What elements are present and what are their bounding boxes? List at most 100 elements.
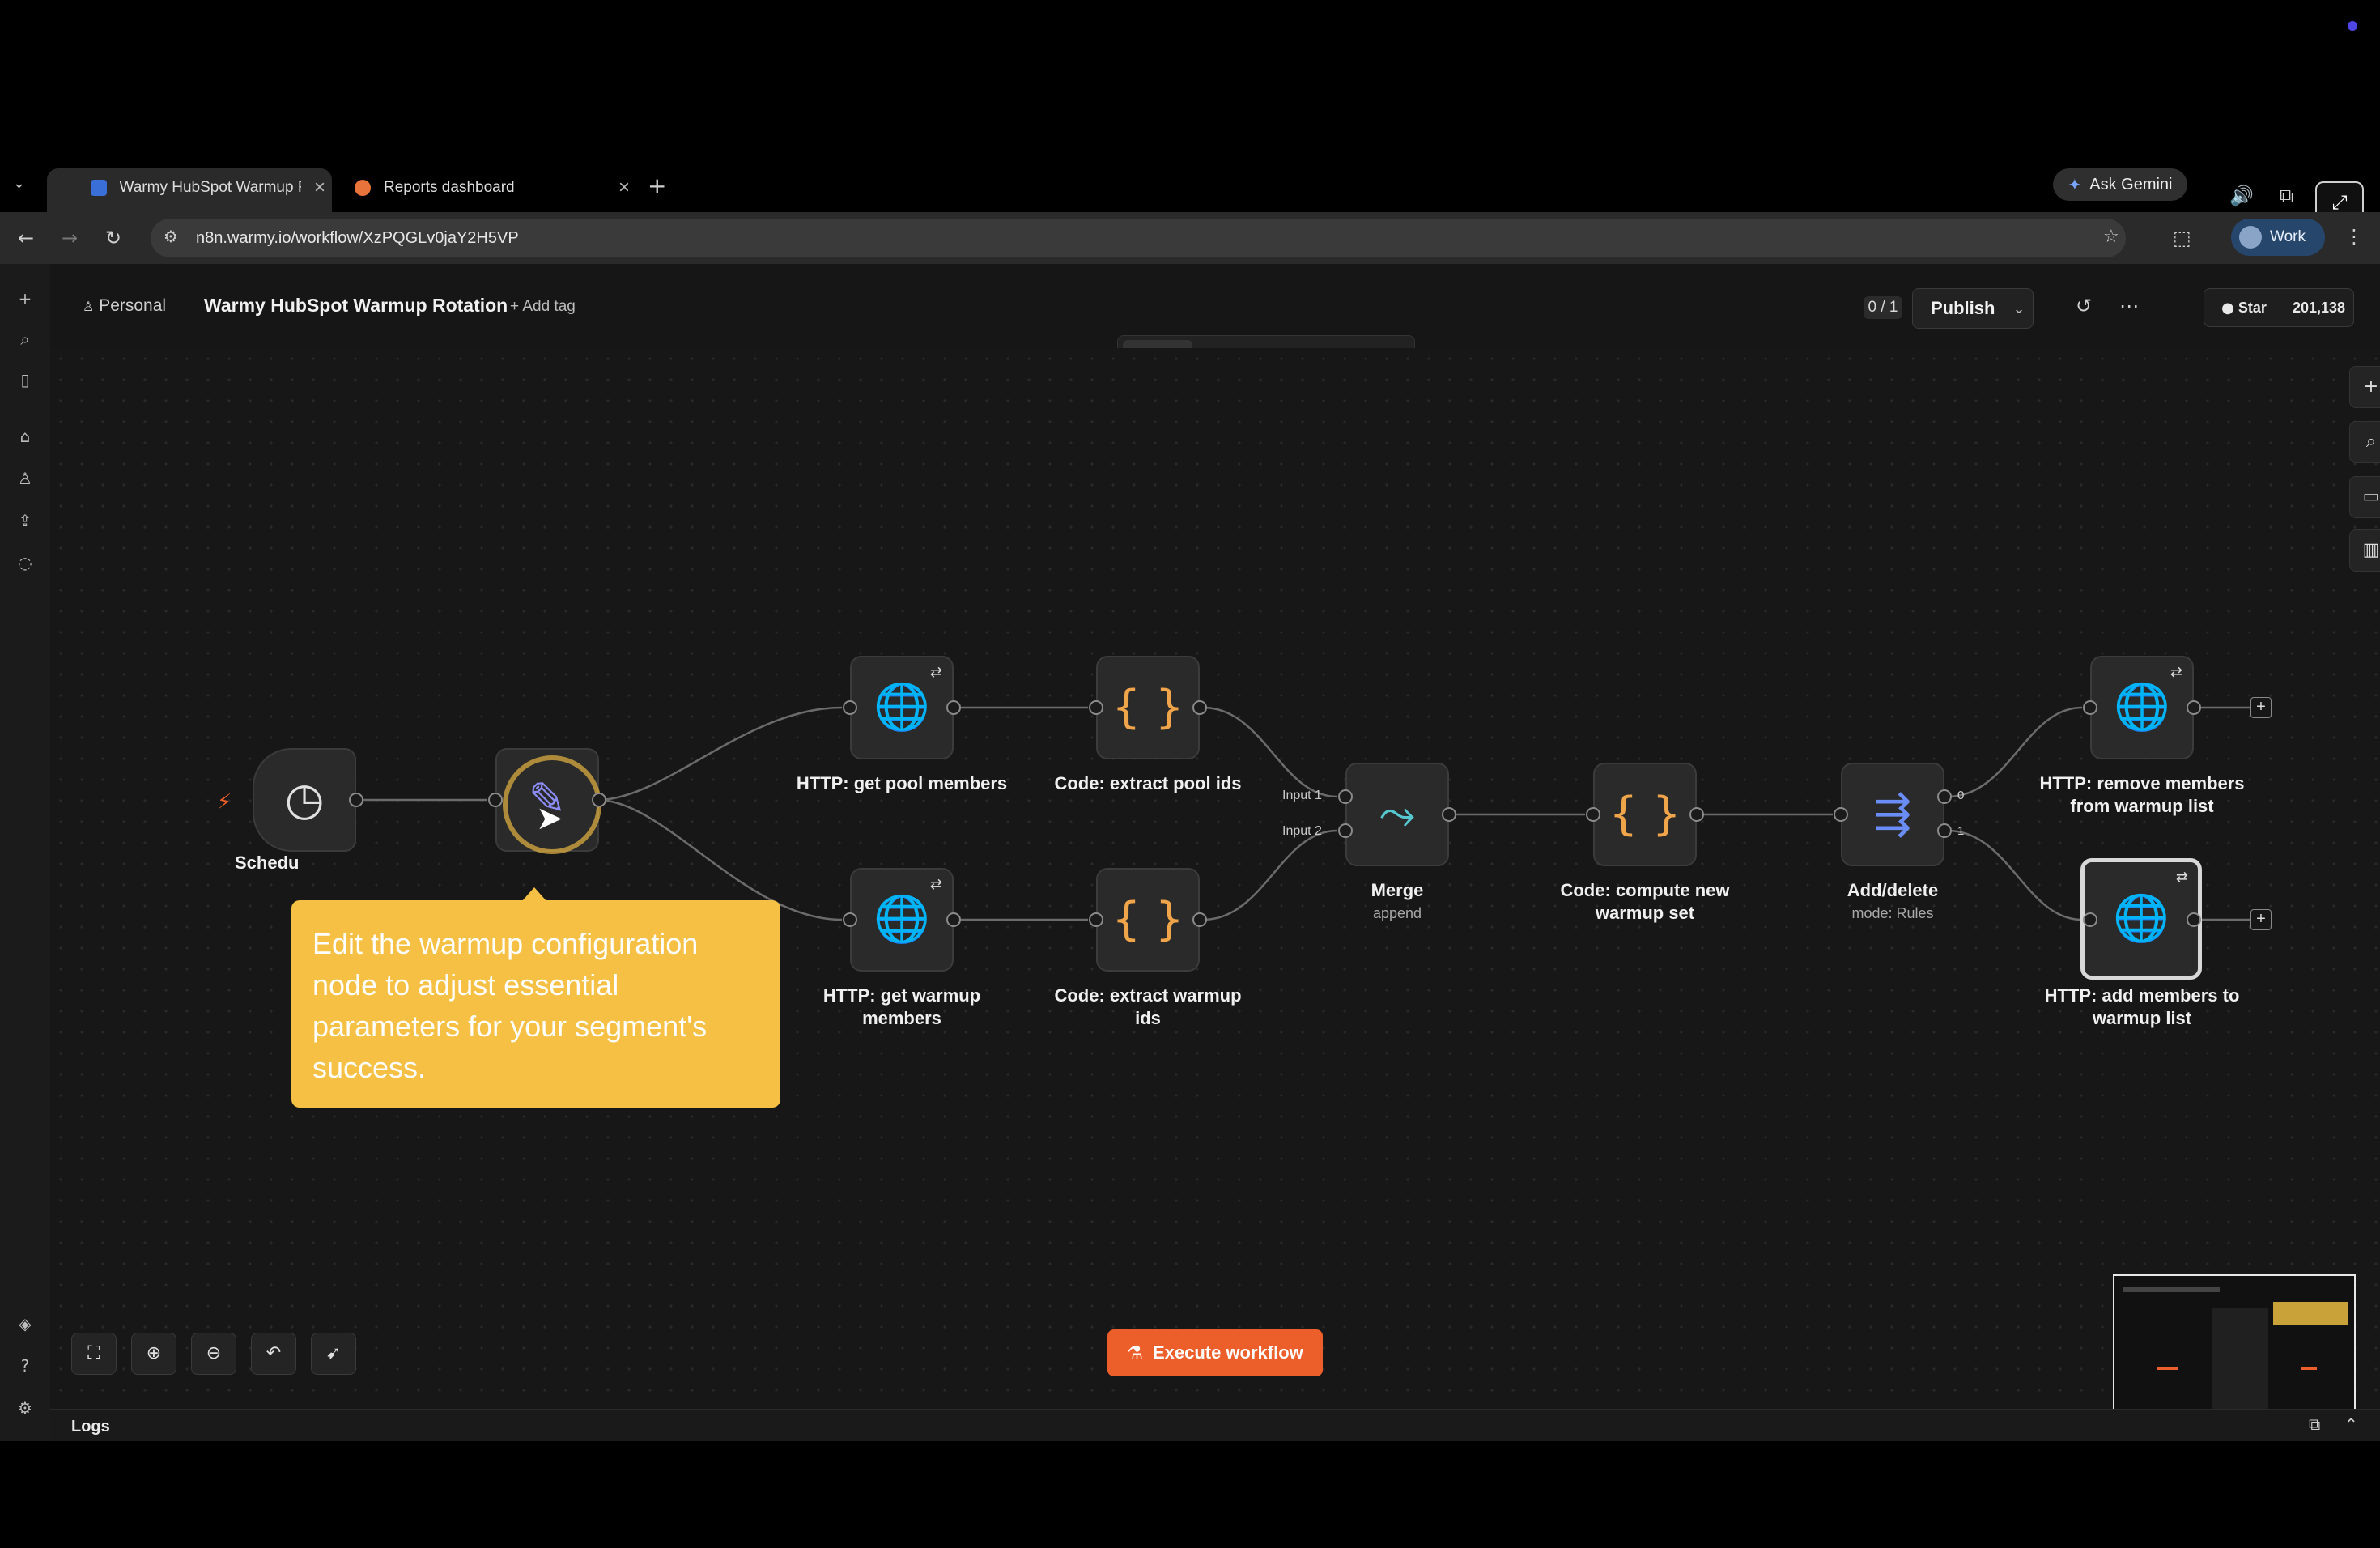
input-port[interactable] xyxy=(843,700,857,715)
speaker-icon[interactable]: 🔊 xyxy=(2229,186,2254,206)
node-switch[interactable]: ⇶ xyxy=(1841,763,1944,866)
tab-warmy[interactable]: Warmy HubSpot Warmup R × xyxy=(91,176,325,199)
search-icon[interactable]: ⌕ xyxy=(15,329,36,350)
execute-workflow-button[interactable]: ⚗ Execute workflow xyxy=(1107,1329,1323,1376)
node-http-pool[interactable]: 🌐 ⇄ xyxy=(850,656,954,759)
chevron-up-icon[interactable]: ⌃ xyxy=(2344,1416,2358,1432)
reset-zoom-button[interactable]: ↶ xyxy=(251,1333,296,1375)
output-1-label: 1 xyxy=(1957,824,1965,838)
github-star-button[interactable]: ● Star xyxy=(2204,289,2284,326)
node-code-pool[interactable]: { } xyxy=(1096,656,1200,759)
profile-label: Work xyxy=(2270,228,2306,245)
tab-search-icon[interactable]: ⌄ xyxy=(13,176,25,191)
node-code-warmup[interactable]: { } xyxy=(1096,868,1200,972)
tidy-up-button[interactable]: ➹ xyxy=(311,1333,356,1375)
input-port[interactable] xyxy=(1338,823,1353,838)
node-http-add[interactable]: 🌐 ⇄ xyxy=(2080,858,2202,980)
code-braces-icon: { } xyxy=(1111,681,1184,734)
output-port[interactable] xyxy=(349,793,363,807)
add-next-node-button[interactable]: + xyxy=(2250,909,2272,930)
templates-icon[interactable]: ◈ xyxy=(15,1313,36,1334)
output-port[interactable] xyxy=(1192,912,1207,927)
node-schedule[interactable]: ◷ xyxy=(253,748,356,852)
node-merge[interactable]: ⤳ xyxy=(1345,763,1449,866)
output-port[interactable] xyxy=(2187,700,2201,715)
retry-icon: ⇄ xyxy=(929,664,942,681)
site-info-icon[interactable]: ⚙ xyxy=(164,228,178,245)
new-tab-button[interactable]: + xyxy=(648,175,666,198)
create-icon[interactable]: + xyxy=(15,288,36,309)
back-icon[interactable]: ← xyxy=(18,228,34,248)
home-icon[interactable]: ⌂ xyxy=(15,426,36,447)
input-port[interactable] xyxy=(2083,912,2097,927)
output-port-0[interactable] xyxy=(1937,789,1952,804)
bookmark-star-icon[interactable]: ☆ xyxy=(2103,228,2119,246)
input-port[interactable] xyxy=(843,912,857,927)
label-line: Code: extract warmup xyxy=(1054,985,1242,1006)
url-field[interactable]: ⚙ n8n.warmy.io/workflow/XzPQGLv0jaY2H5VP… xyxy=(151,219,2126,257)
label-line: from warmup list xyxy=(2070,796,2214,816)
minimap-execute xyxy=(2301,1367,2317,1370)
output-port[interactable] xyxy=(592,793,606,807)
panel-toggle-icon[interactable]: ▯ xyxy=(15,369,36,390)
output-port[interactable] xyxy=(1689,807,1704,822)
output-port[interactable] xyxy=(2187,912,2201,927)
settings-icon[interactable]: ⚙ xyxy=(15,1397,36,1418)
reload-icon[interactable]: ↻ xyxy=(105,228,121,248)
close-tab-icon[interactable]: × xyxy=(618,176,630,199)
zoom-in-button[interactable]: ⊕ xyxy=(131,1333,176,1375)
close-tab-icon[interactable]: × xyxy=(314,176,325,199)
input-port[interactable] xyxy=(1338,789,1353,804)
input-port[interactable] xyxy=(1586,807,1600,822)
input-port[interactable] xyxy=(1089,700,1103,715)
cursor-pointer-icon: ➤ xyxy=(536,800,563,837)
profile-button[interactable]: Work xyxy=(2231,219,2325,256)
breadcrumb-project[interactable]: ♙ Personal xyxy=(83,296,166,316)
node-http-remove[interactable]: 🌐 ⇄ xyxy=(2090,656,2194,759)
publish-button[interactable]: Publish ⌄ xyxy=(1912,288,2034,329)
ask-gemini-button[interactable]: ✦ Ask Gemini xyxy=(2053,168,2187,201)
input-port[interactable] xyxy=(2083,700,2097,715)
node-http-warmup[interactable]: 🌐 ⇄ xyxy=(850,868,954,972)
chevron-down-icon[interactable]: ⌄ xyxy=(2012,300,2025,317)
workflow-canvas[interactable]: + ⌕ ▭ ▥ ⚡ ◷ Schedu ✎ ➤ 🌐 ⇄ HTTP: get poo… xyxy=(50,348,2380,1435)
output-port[interactable] xyxy=(946,912,961,927)
input-port[interactable] xyxy=(1089,912,1103,927)
history-icon[interactable]: ↺ xyxy=(2076,296,2092,316)
output-port[interactable] xyxy=(946,700,961,715)
help-icon[interactable]: ? xyxy=(15,1355,36,1376)
zoom-out-button[interactable]: ⊖ xyxy=(191,1333,236,1375)
output-port[interactable] xyxy=(1192,700,1207,715)
ask-gemini-label: Ask Gemini xyxy=(2089,175,2173,194)
forward-icon[interactable]: → xyxy=(62,228,78,248)
node-code-compute[interactable]: { } xyxy=(1593,763,1697,866)
output-port-1[interactable] xyxy=(1937,823,1952,838)
browser-menu-icon[interactable]: ⋮ xyxy=(2344,227,2364,246)
workflow-title[interactable]: Warmy HubSpot Warmup Rotation xyxy=(204,295,508,317)
fit-view-button[interactable]: ⛶ xyxy=(71,1333,117,1375)
tab-reports[interactable]: Reports dashboard × xyxy=(355,176,630,199)
node-label-http-warmup: HTTP: get warmup members xyxy=(780,985,1023,1030)
output-port[interactable] xyxy=(1442,807,1456,822)
extensions-icon[interactable]: ⬚ xyxy=(2173,228,2191,248)
code-braces-icon: { } xyxy=(1111,893,1184,946)
popout-icon[interactable]: ⧉ xyxy=(2309,1416,2320,1432)
add-tag-button[interactable]: + Add tag xyxy=(510,298,576,316)
input-port[interactable] xyxy=(1834,807,1848,822)
add-next-node-button[interactable]: + xyxy=(2250,697,2272,718)
star-label: Star xyxy=(2238,300,2267,316)
input-port[interactable] xyxy=(488,793,503,807)
share-icon[interactable]: ⇪ xyxy=(15,510,36,531)
logs-bar[interactable]: Logs ⧉ ⌃ xyxy=(50,1409,2380,1441)
tab-title: Warmy HubSpot Warmup R xyxy=(119,179,301,196)
logs-label: Logs xyxy=(71,1418,110,1435)
retry-icon: ⇄ xyxy=(2170,664,2182,681)
node-label-merge: Merge xyxy=(1371,880,1424,900)
user-icon[interactable]: ♙ xyxy=(15,468,36,489)
github-star-group[interactable]: ● Star 201,138 xyxy=(2204,288,2354,327)
more-options-icon[interactable]: ⋯ xyxy=(2119,296,2139,316)
label-line: Code: compute new xyxy=(1560,880,1730,900)
chat-icon[interactable]: ◌ xyxy=(15,552,36,573)
switch-icon: ⇶ xyxy=(1873,788,1912,840)
cast-icon[interactable]: ⧉ xyxy=(2280,186,2293,206)
